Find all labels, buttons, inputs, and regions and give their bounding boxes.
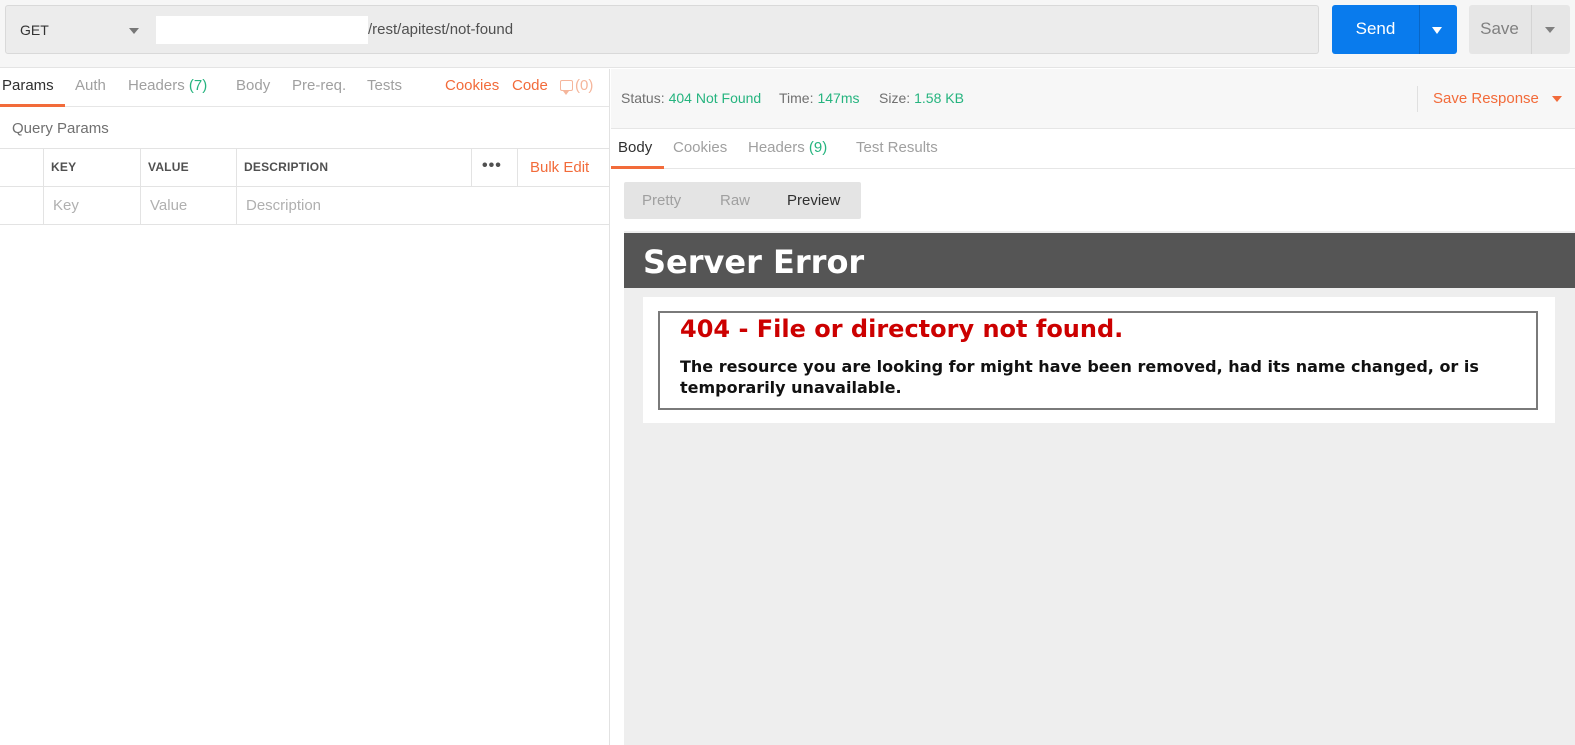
- error-message: The resource you are looking for might h…: [680, 357, 1479, 397]
- status-value: 404 Not Found: [668, 90, 762, 106]
- more-options-icon[interactable]: •••: [482, 157, 502, 175]
- bulk-edit-link[interactable]: Bulk Edit: [530, 159, 589, 176]
- time-value: 147ms: [817, 90, 860, 106]
- tab-params-underline: [0, 104, 65, 107]
- description-placeholder: Description: [246, 197, 322, 214]
- comments-button[interactable]: (0): [560, 77, 594, 95]
- tab-headers-label: Headers: [128, 77, 185, 94]
- response-panel: Status: 404 Not Found Time: 147ms Size: 1.5…: [611, 69, 1575, 745]
- send-button[interactable]: Send: [1332, 5, 1457, 54]
- cookies-link[interactable]: Cookies: [445, 77, 499, 94]
- response-preview: Server Error 404 - File or directory not…: [624, 231, 1575, 745]
- request-panel: Params Auth Headers (7) Body Pre-req. Te…: [0, 69, 610, 745]
- tab-params[interactable]: Params: [2, 77, 54, 94]
- tab-headers-count: (7): [188, 77, 208, 94]
- value-input[interactable]: Value: [140, 187, 236, 225]
- query-params-title: Query Params: [12, 120, 109, 137]
- save-response-chevron-icon[interactable]: [1552, 96, 1562, 102]
- tab-body[interactable]: Body: [236, 77, 270, 94]
- request-tabs: Params Auth Headers (7) Body Pre-req. Te…: [0, 69, 609, 107]
- tab-tests[interactable]: Tests: [367, 77, 402, 94]
- tab-response-headers-label: Headers: [748, 139, 805, 156]
- response-tabs: Body Cookies Headers (9) Test Results: [611, 129, 1575, 169]
- error-box: 404 - File or directory not found. The r…: [658, 311, 1538, 410]
- method-value: GET: [20, 22, 49, 38]
- response-status-bar: Status: 404 Not Found Time: 147ms Size: 1.5…: [611, 69, 1575, 129]
- server-error-title: Server Error: [643, 243, 865, 281]
- view-preview-button[interactable]: Preview: [787, 192, 840, 209]
- code-link[interactable]: Code: [512, 77, 548, 94]
- url-host-redacted: [156, 16, 368, 44]
- size-label: Size:: [879, 90, 911, 106]
- value-placeholder: Value: [150, 197, 188, 214]
- tab-response-body[interactable]: Body: [618, 139, 652, 156]
- tab-response-headers[interactable]: Headers (9): [748, 139, 827, 156]
- tab-prereq[interactable]: Pre-req.: [292, 77, 346, 94]
- params-table: KEY VALUE DESCRIPTION ••• Bulk Edit Key …: [0, 148, 609, 225]
- url-input[interactable]: /rest/apitest/not-found: [150, 5, 1319, 54]
- col-description: DESCRIPTION: [236, 149, 471, 187]
- comment-icon: [560, 80, 573, 95]
- tab-auth[interactable]: Auth: [75, 77, 106, 94]
- tab-response-body-underline: [611, 166, 664, 169]
- save-button[interactable]: Save: [1469, 5, 1570, 54]
- send-options-chevron-icon[interactable]: [1432, 27, 1442, 34]
- tab-response-cookies[interactable]: Cookies: [673, 139, 727, 156]
- error-content: 404 - File or directory not found. The r…: [643, 297, 1555, 423]
- send-label: Send: [1355, 19, 1396, 38]
- chevron-down-icon: [129, 28, 139, 34]
- error-heading: 404 - File or directory not found.: [680, 315, 1124, 343]
- params-header-row: KEY VALUE DESCRIPTION ••• Bulk Edit: [0, 148, 609, 187]
- request-bar: GET /rest/apitest/not-found Send Save: [0, 0, 1575, 68]
- save-options-chevron-icon[interactable]: [1545, 27, 1555, 33]
- status-divider: [1417, 86, 1418, 112]
- comments-count: (0): [575, 77, 594, 94]
- save-divider: [1531, 5, 1532, 54]
- method-select[interactable]: GET: [5, 5, 151, 54]
- key-input[interactable]: Key: [43, 187, 140, 225]
- time-info: Time: 147ms: [779, 90, 860, 106]
- save-response-button[interactable]: Save Response: [1433, 90, 1539, 107]
- tab-headers[interactable]: Headers (7): [128, 77, 207, 94]
- response-view-switcher: Pretty Raw Preview: [624, 182, 861, 219]
- col-key-header: KEY: [51, 160, 77, 174]
- server-error-header: Server Error: [624, 233, 1575, 288]
- col-value: VALUE: [140, 149, 236, 187]
- col-description-header: DESCRIPTION: [244, 160, 329, 174]
- time-label: Time:: [779, 90, 814, 106]
- status-info: Status: 404 Not Found: [621, 90, 761, 106]
- view-pretty-button[interactable]: Pretty: [642, 192, 681, 209]
- size-info: Size: 1.58 KB: [879, 90, 964, 106]
- view-raw-button[interactable]: Raw: [720, 192, 750, 209]
- save-label: Save: [1480, 19, 1519, 38]
- url-path: /rest/apitest/not-found: [368, 21, 514, 38]
- col-divider: [517, 149, 518, 187]
- send-divider: [1419, 5, 1420, 54]
- col-value-header: VALUE: [148, 160, 189, 174]
- col-key: KEY: [43, 149, 140, 187]
- tab-test-results[interactable]: Test Results: [856, 139, 938, 156]
- description-input[interactable]: Description: [236, 187, 609, 225]
- tab-response-headers-count: (9): [808, 139, 828, 156]
- size-value: 1.58 KB: [914, 90, 964, 106]
- params-input-row: Key Value Description: [0, 186, 609, 225]
- key-placeholder: Key: [53, 197, 79, 214]
- status-label: Status:: [621, 90, 665, 106]
